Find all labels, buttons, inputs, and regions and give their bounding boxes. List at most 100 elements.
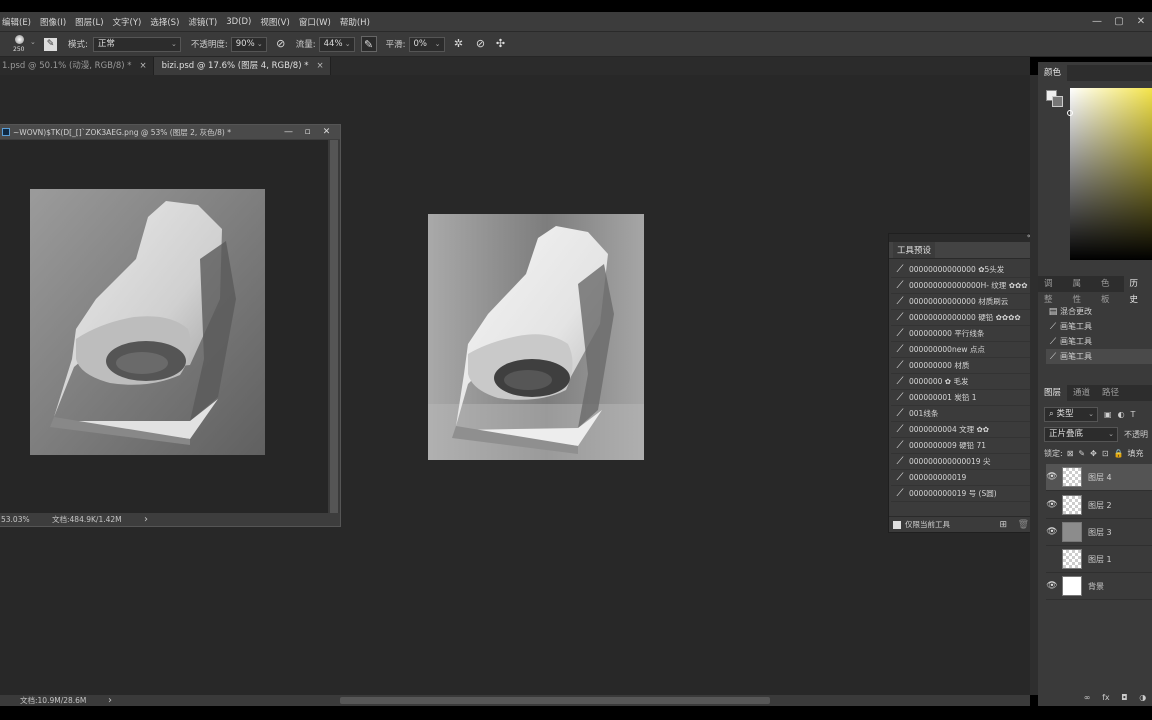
list-item[interactable]: ⟋ 000000000 材质 (891, 358, 1038, 374)
mode-select[interactable]: 正常 ⌄ (92, 36, 181, 52)
flow-input[interactable]: 44% ⌄ (318, 36, 355, 52)
minimize-icon[interactable]: — (279, 127, 298, 137)
layer-name[interactable]: 背景 (1088, 581, 1104, 592)
tab-1-psd[interactable]: 1.psd @ 50.1% (动漫, RGB/8) * × (0, 57, 154, 75)
tool-presets-title[interactable]: 工具预设 (893, 242, 936, 258)
lock-artboard-icon[interactable]: ⊡ (1102, 449, 1109, 458)
symmetry-icon[interactable]: ✣ (493, 36, 509, 52)
blend-mode-select[interactable]: 正片叠底 ⌄ (1044, 427, 1118, 442)
status-arrow-icon[interactable]: › (144, 514, 148, 525)
tab-adjustments[interactable]: 调整 (1038, 276, 1067, 305)
opacity-input[interactable]: 90% ⌄ (230, 36, 267, 52)
lock-position-icon[interactable]: ✥ (1090, 449, 1097, 458)
gear-icon[interactable]: ✲ (451, 36, 467, 52)
filter-pixel-icon[interactable]: ▣ (1104, 410, 1112, 419)
fx-icon[interactable]: fx (1102, 693, 1110, 702)
pressure-size-icon[interactable]: ⊘ (473, 36, 489, 52)
lock-all-icon[interactable]: 🔒 (1114, 449, 1124, 458)
canvas-vertical-scrollbar[interactable] (1030, 75, 1038, 695)
tab-swatches[interactable]: 色板 (1095, 276, 1124, 305)
list-item[interactable]: ⟋ 000000000 平行线条 (891, 326, 1038, 342)
close-icon[interactable]: ✕ (1130, 16, 1152, 27)
list-item[interactable]: ⟋ 000000000000019 尖 (891, 454, 1038, 470)
close-icon[interactable]: ✕ (317, 127, 336, 137)
visibility-eye-icon[interactable]: 👁 (1046, 527, 1058, 537)
lock-transparency-icon[interactable]: ⊠ (1067, 449, 1074, 458)
airbrush-icon[interactable]: ✎ (360, 36, 377, 52)
tab-paths[interactable]: 路径 (1096, 385, 1125, 401)
filter-adjust-icon[interactable]: ◐ (1118, 410, 1125, 419)
menu-view[interactable]: 视图(V) (260, 16, 289, 28)
list-item[interactable]: ⟋ 00000000000000 ✿5头发 (891, 262, 1038, 278)
list-item[interactable]: ⟋ 000000000019 号 (S圆) (891, 486, 1038, 502)
trash-icon[interactable]: 🗑 (1018, 520, 1029, 530)
list-item[interactable]: ⟋ 000000000new 点点 (891, 342, 1038, 358)
pressure-opacity-icon[interactable]: ⊘ (273, 36, 289, 52)
adjustment-icon[interactable]: ◑ (1139, 693, 1146, 702)
restore-icon[interactable]: ▫ (298, 127, 317, 137)
zoom-level[interactable]: 53.03% (0, 515, 52, 524)
document-window-canvas[interactable] (0, 140, 328, 515)
visibility-eye-icon[interactable]: 👁 (1046, 581, 1058, 591)
color-picker-field[interactable] (1070, 88, 1152, 260)
reference-nose-photo[interactable] (30, 189, 265, 455)
list-item[interactable]: ⟋ 00000000000000 硬铅 ✿✿✿✿ (891, 310, 1038, 326)
list-item[interactable]: ⟋ 000000000019 (891, 470, 1038, 486)
layer-row-background[interactable]: 👁 背景 (1046, 573, 1152, 600)
layer-name[interactable]: 图层 3 (1088, 527, 1112, 538)
close-icon[interactable]: × (140, 61, 147, 71)
menu-help[interactable]: 帮助(H) (340, 16, 370, 28)
visibility-eye-icon[interactable]: 👁 (1046, 500, 1058, 510)
list-item[interactable]: ⟋ 0000000009 硬铅 71 (891, 438, 1038, 454)
menu-edit[interactable]: 编辑(E) (2, 16, 31, 28)
history-item[interactable]: ▤ 混合更改 (1046, 304, 1152, 319)
document-window-scrollbar[interactable] (328, 140, 340, 515)
menu-type[interactable]: 文字(Y) (113, 16, 142, 28)
tab-color[interactable]: 颜色 (1038, 65, 1068, 81)
tab-history[interactable]: 历史 (1123, 276, 1152, 305)
menu-image[interactable]: 图像(I) (40, 16, 66, 28)
menu-filter[interactable]: 滤镜(T) (188, 16, 217, 28)
list-item[interactable]: ⟋ 001线条 (891, 406, 1038, 422)
smoothing-input[interactable]: 0% ⌄ (408, 36, 445, 52)
scrollbar-thumb[interactable] (330, 140, 338, 515)
panel-grip[interactable]: « ✕ (889, 232, 1045, 242)
menu-window[interactable]: 窗口(W) (299, 16, 331, 28)
layer-name[interactable]: 图层 1 (1088, 554, 1112, 565)
foreground-background-swatch[interactable] (1046, 90, 1064, 108)
visibility-eye-icon[interactable]: 👁 (1046, 472, 1058, 482)
menu-layer[interactable]: 图层(L) (75, 16, 103, 28)
floating-document-window[interactable]: ~WOVN)$TK(D[_[]`ZOK3AEG.png @ 53% (图层 2,… (0, 124, 341, 527)
minimize-icon[interactable]: — (1086, 16, 1108, 27)
lock-pixels-icon[interactable]: ✎ (1078, 449, 1085, 458)
brush-preset-picker[interactable]: 250 ⌄ (10, 32, 38, 56)
history-item-current[interactable]: ⟋ 画笔工具 (1046, 349, 1152, 364)
link-icon[interactable]: ∞ (1084, 693, 1091, 702)
list-item[interactable]: ⟋ 000000000000000H- 纹理 ✿✿✿ (891, 278, 1038, 294)
tab-bizi-psd[interactable]: bizi.psd @ 17.6% (图层 4, RGB/8) * × (153, 57, 331, 75)
list-item[interactable]: ⟋ 0000000004 文理 ✿✿ (891, 422, 1038, 438)
layer-name[interactable]: 图层 4 (1088, 472, 1112, 483)
history-item[interactable]: ⟋ 画笔工具 (1046, 319, 1152, 334)
layer-row-3[interactable]: 👁 图层 3 (1046, 519, 1152, 546)
layer-row-4[interactable]: 👁 图层 4 (1046, 464, 1152, 491)
tab-properties[interactable]: 属性 (1067, 276, 1096, 305)
brush-panel-toggle-icon[interactable]: ✎ (44, 37, 57, 51)
list-item[interactable]: ⟋ 0000000 ✿ 毛发 (891, 374, 1038, 390)
layer-name[interactable]: 图层 2 (1088, 500, 1112, 511)
layer-filter-select[interactable]: ⌕ 类型 ⌄ (1044, 407, 1098, 422)
canvas-horizontal-scrollbar[interactable] (340, 697, 770, 704)
artwork-nose-painting[interactable] (428, 214, 644, 460)
list-item[interactable]: ⟋ 00000000000000 材质刷云 (891, 294, 1038, 310)
list-item[interactable]: ⟋ 000000001 炭铅 1 (891, 390, 1038, 406)
menu-3d[interactable]: 3D(D) (226, 17, 251, 27)
tab-channels[interactable]: 通道 (1067, 385, 1096, 401)
maximize-icon[interactable]: ▢ (1108, 16, 1130, 27)
tab-layers[interactable]: 图层 (1038, 385, 1068, 401)
filter-type-icon[interactable]: T (1131, 410, 1136, 419)
status-arrow-icon[interactable]: › (108, 695, 112, 706)
history-item[interactable]: ⟋ 画笔工具 (1046, 334, 1152, 349)
menu-select[interactable]: 选择(S) (150, 16, 179, 28)
close-icon[interactable]: × (316, 61, 323, 71)
mask-icon[interactable]: ◘ (1121, 693, 1127, 702)
